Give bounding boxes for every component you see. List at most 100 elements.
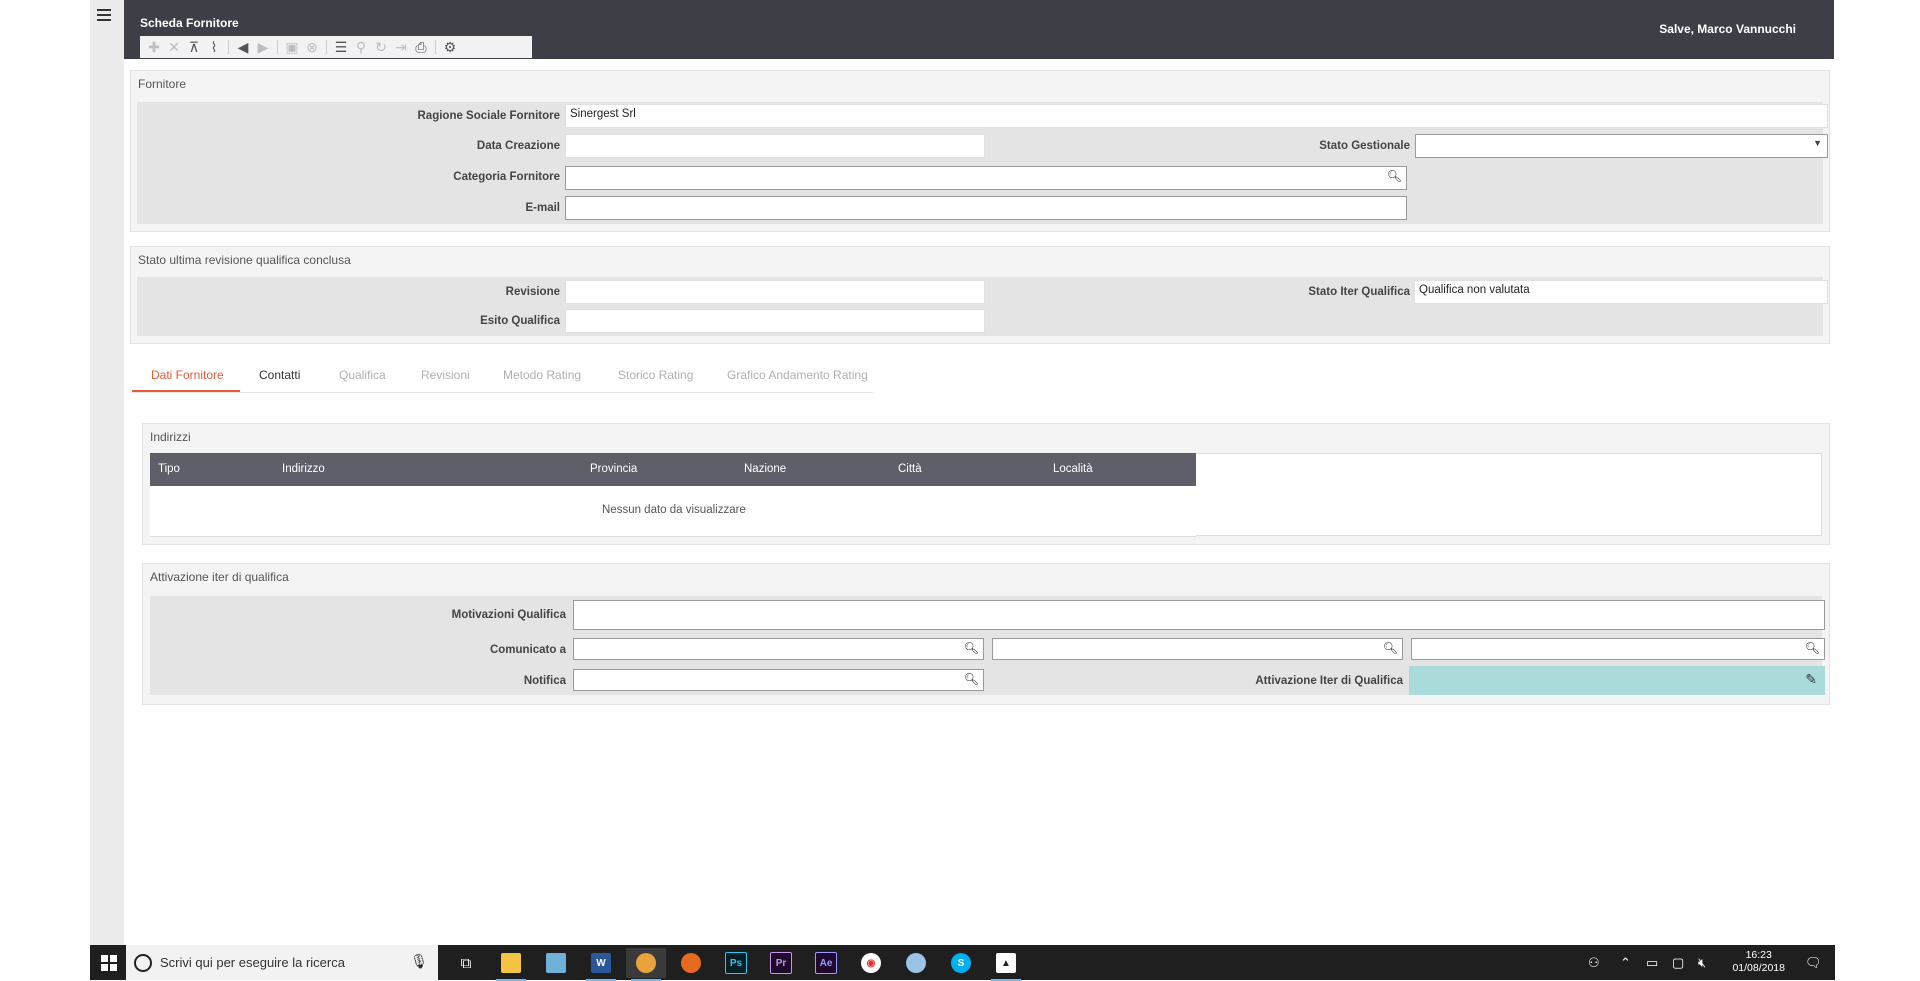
app-red-icon[interactable]: ◉ <box>851 948 891 978</box>
categoria-fornitore-field[interactable]: 🔍︎ <box>565 166 1407 190</box>
firefox-icon[interactable] <box>671 948 711 978</box>
notifications-icon[interactable]: 🗨︎ <box>1805 955 1822 971</box>
notifica-field[interactable]: 🔍︎ <box>573 669 984 691</box>
windows-start-icon[interactable] <box>101 955 117 971</box>
paperclip-icon[interactable]: ⌇ <box>204 37 224 57</box>
toolbar-divider <box>277 40 278 54</box>
esito-qualifica-label: Esito Qualifica <box>480 315 560 327</box>
attivazione-iter-label: Attivazione Iter di Qualifica <box>1255 675 1403 687</box>
chevron-down-icon: ▼ <box>1813 138 1822 148</box>
gear-icon[interactable]: ⚙ <box>440 37 460 57</box>
arrow-right-icon[interactable]: ▶ <box>253 37 273 57</box>
notepad-icon[interactable] <box>536 948 576 978</box>
word-icon[interactable]: W <box>581 948 621 981</box>
premiere-icon[interactable]: Pr <box>761 948 801 978</box>
column-header-localita[interactable]: Località <box>1053 463 1093 475</box>
search-icon[interactable]: 🔍︎ <box>1383 641 1398 655</box>
toolbar: ✚ ✕ ⊼ ⌇ ◀ ▶ ▣ ⊗ ☰ ⚲ ↻ ⇥ ⎙ ⚙ <box>140 36 532 58</box>
tab-storico-rating[interactable]: Storico Rating <box>618 368 693 382</box>
plus-icon[interactable]: ✚ <box>144 37 164 57</box>
hierarchy-icon[interactable]: ⊼ <box>184 37 204 57</box>
cancel-circle-icon[interactable]: ⊗ <box>302 37 322 57</box>
hamburger-menu-icon[interactable] <box>97 6 117 26</box>
revisione-panel-title: Stato ultima revisione qualifica conclus… <box>138 253 351 267</box>
search-icon[interactable]: 🔍︎ <box>1387 169 1402 183</box>
photoshop-icon[interactable]: Ps <box>716 948 756 978</box>
email-field[interactable] <box>565 196 1407 220</box>
skype-icon[interactable]: S <box>941 948 981 978</box>
attivazione-panel-title: Attivazione iter di qualifica <box>150 570 289 584</box>
photos-icon[interactable]: ▲ <box>986 948 1026 981</box>
arrow-left-icon[interactable]: ◀ <box>233 37 253 57</box>
chrome-icon[interactable] <box>626 948 666 981</box>
comunicato-a-label: Comunicato a <box>489 644 566 656</box>
ragione-sociale-label: Ragione Sociale Fornitore <box>417 110 561 122</box>
chevron-up-icon[interactable]: ⌃ <box>1620 955 1631 971</box>
search-icon[interactable]: 🔍︎ <box>1805 641 1820 655</box>
taskbar-search-box[interactable]: Scrivi qui per eseguire la ricerca 🎙︎ <box>126 945 438 980</box>
column-header-nazione[interactable]: Nazione <box>744 463 786 475</box>
attivazione-iter-button[interactable]: ✎ <box>1409 666 1825 695</box>
task-view-icon[interactable]: ⧉ <box>446 948 486 978</box>
battery-icon[interactable]: ▭ <box>1646 955 1658 971</box>
tab-contatti[interactable]: Contatti <box>259 368 300 382</box>
tab-revisioni[interactable]: Revisioni <box>421 368 470 382</box>
tab-active-underline <box>132 390 240 392</box>
tab-grafico-andamento-rating[interactable]: Grafico Andamento Rating <box>727 368 868 382</box>
column-header-citta[interactable]: Città <box>898 463 922 475</box>
revisione-field[interactable] <box>565 280 985 304</box>
stato-gestionale-select[interactable]: ▼ <box>1415 134 1828 158</box>
paint-icon[interactable] <box>896 948 936 978</box>
comunicato-a-field-2[interactable]: 🔍︎ <box>992 638 1403 660</box>
microphone-icon[interactable]: 🎙︎ <box>410 953 428 970</box>
user-greeting: Salve, Marco Vannucchi <box>1659 22 1796 36</box>
empty-message: Nessun dato da visualizzare <box>602 504 746 516</box>
stato-iter-field[interactable]: Qualifica non valutata <box>1414 280 1828 304</box>
refresh-icon[interactable]: ↻ <box>371 37 391 57</box>
taskbar-clock[interactable]: 16:23 01/08/2018 <box>1732 949 1785 975</box>
export-icon[interactable]: ⇥ <box>391 37 411 57</box>
windows-taskbar: Scrivi qui per eseguire la ricerca 🎙︎ ⧉ … <box>90 945 1835 981</box>
comunicato-a-field-1[interactable]: 🔍︎ <box>573 638 984 660</box>
ragione-sociale-field[interactable]: Sinergest Srl <box>565 104 1828 128</box>
list-icon[interactable]: ☰ <box>331 37 351 57</box>
save-icon[interactable]: ▣ <box>282 37 302 57</box>
taskbar-search-placeholder: Scrivi qui per eseguire la ricerca <box>160 955 345 970</box>
motivazioni-qualifica-field[interactable] <box>573 600 1825 630</box>
network-icon[interactable]: ▢ <box>1672 955 1684 971</box>
tab-metodo-rating[interactable]: Metodo Rating <box>503 368 581 382</box>
filter-icon[interactable]: ⚲ <box>351 37 371 57</box>
motivazioni-qualifica-label: Motivazioni Qualifica <box>451 609 566 621</box>
print-icon[interactable]: ⎙ <box>411 37 431 57</box>
categoria-fornitore-label: Categoria Fornitore <box>453 171 560 183</box>
speaker-muted-icon[interactable]: 🔇︎ <box>1698 955 1706 971</box>
search-icon[interactable]: 🔍︎ <box>964 672 979 686</box>
column-header-indirizzo[interactable]: Indirizzo <box>282 463 325 475</box>
cross-icon[interactable]: ✕ <box>164 37 184 57</box>
email-label: E-mail <box>525 202 560 214</box>
toolbar-divider <box>326 40 327 54</box>
indirizzi-grid-header: Tipo Indirizzo Provincia Nazione Città L… <box>150 453 1196 486</box>
indirizzi-empty-row: Nessun dato da visualizzare <box>150 486 1196 537</box>
toolbar-divider <box>435 40 436 54</box>
fornitore-panel-title: Fornitore <box>138 77 187 91</box>
page-title: Scheda Fornitore <box>140 16 239 30</box>
search-icon[interactable]: 🔍︎ <box>964 641 979 655</box>
people-icon[interactable]: ⚇ <box>1588 955 1600 971</box>
clock-time: 16:23 <box>1745 949 1772 961</box>
notifica-label: Notifica <box>523 675 566 687</box>
comunicato-a-field-3[interactable]: 🔍︎ <box>1411 638 1825 660</box>
indirizzi-panel-title: Indirizzi <box>150 430 191 444</box>
file-explorer-icon[interactable] <box>491 948 531 981</box>
tab-qualifica[interactable]: Qualifica <box>339 368 386 382</box>
after-effects-icon[interactable]: Ae <box>806 948 846 978</box>
data-creazione-field[interactable] <box>565 134 985 158</box>
column-header-provincia[interactable]: Provincia <box>590 463 637 475</box>
column-header-tipo[interactable]: Tipo <box>158 463 180 475</box>
cortana-circle-icon <box>134 954 152 972</box>
tab-dati-fornitore[interactable]: Dati Fornitore <box>151 368 224 382</box>
stato-iter-label: Stato Iter Qualifica <box>1308 286 1410 298</box>
esito-qualifica-field[interactable] <box>565 309 985 333</box>
toolbar-divider <box>228 40 229 54</box>
stato-gestionale-label: Stato Gestionale <box>1319 140 1410 152</box>
